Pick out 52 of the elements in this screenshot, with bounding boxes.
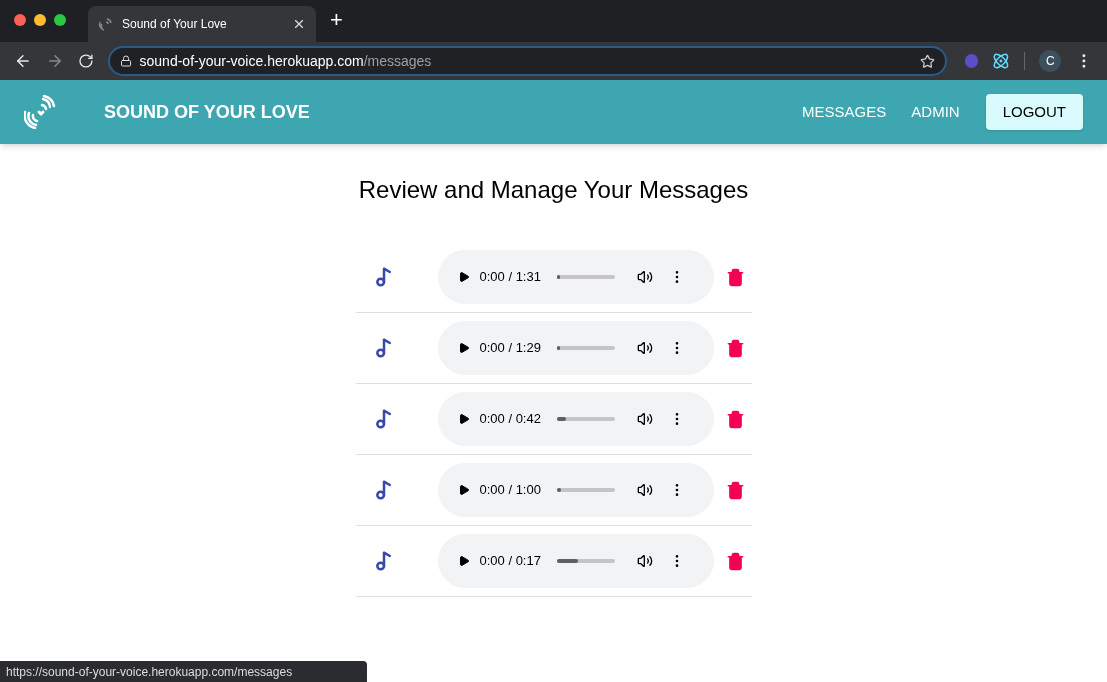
reload-icon[interactable] [77,53,94,69]
delete-trash-icon[interactable] [725,480,745,500]
delete-trash-icon[interactable] [725,267,745,287]
tab-title: Sound of Your Love [122,16,228,33]
status-url: https://sound-of-your-voice.herokuapp.com/messages [6,663,293,681]
audio-player[interactable]: 0:00 / 0:42 [437,392,714,446]
play-icon[interactable] [457,413,470,425]
audio-player[interactable]: 0:00 / 1:29 [437,321,714,375]
url-path: /messages [363,52,432,69]
signal-waves-icon [98,16,114,32]
delete-trash-icon[interactable] [725,338,745,358]
progress-track[interactable] [556,559,615,563]
progress-track[interactable] [556,488,615,492]
bookmark-star-icon[interactable] [919,53,935,69]
volume-icon[interactable] [636,340,653,356]
back-icon[interactable] [14,52,32,70]
playback-time: 0:00 / 0:17 [479,552,541,571]
play-icon[interactable] [457,484,470,496]
music-note-icon [373,338,394,358]
delete-trash-icon[interactable] [725,409,745,429]
logout-button[interactable]: LOGOUT [985,94,1083,130]
volume-icon[interactable] [636,269,653,285]
play-icon[interactable] [457,342,470,354]
lock-icon [119,55,132,67]
progress-track[interactable] [556,417,615,421]
playback-time: 0:00 / 1:00 [479,481,541,500]
audio-player[interactable]: 0:00 / 0:17 [437,534,714,588]
url-host: sound-of-your-voice.herokuapp.com [139,52,364,69]
music-note-icon [373,409,394,429]
atom-icon[interactable] [992,52,1011,70]
delete-trash-icon[interactable] [725,551,745,571]
audio-player[interactable]: 0:00 / 1:31 [437,250,714,304]
progress-track[interactable] [556,346,615,350]
profile-avatar[interactable]: C [1039,50,1062,72]
progress-track[interactable] [556,275,615,279]
music-note-icon [373,267,394,287]
play-icon[interactable] [457,271,470,283]
new-tab-button[interactable]: + [330,3,343,36]
playback-time: 0:00 / 1:29 [479,339,541,358]
play-icon[interactable] [457,555,470,567]
close-tab-icon[interactable] [292,17,306,31]
volume-icon[interactable] [636,411,653,427]
volume-icon[interactable] [636,553,653,569]
playback-time: 0:00 / 0:42 [479,410,541,429]
volume-icon[interactable] [636,482,653,498]
address-bar[interactable]: sound-of-your-voice.herokuapp.com/messages [107,46,947,76]
playback-time: 0:00 / 1:31 [479,268,541,287]
browser-tab[interactable]: Sound of Your Love [88,6,316,42]
music-note-icon [373,480,394,500]
music-note-icon [373,551,394,571]
page-title: Review and Manage Your Messages [358,175,749,205]
audio-player[interactable]: 0:00 / 1:00 [437,463,714,517]
